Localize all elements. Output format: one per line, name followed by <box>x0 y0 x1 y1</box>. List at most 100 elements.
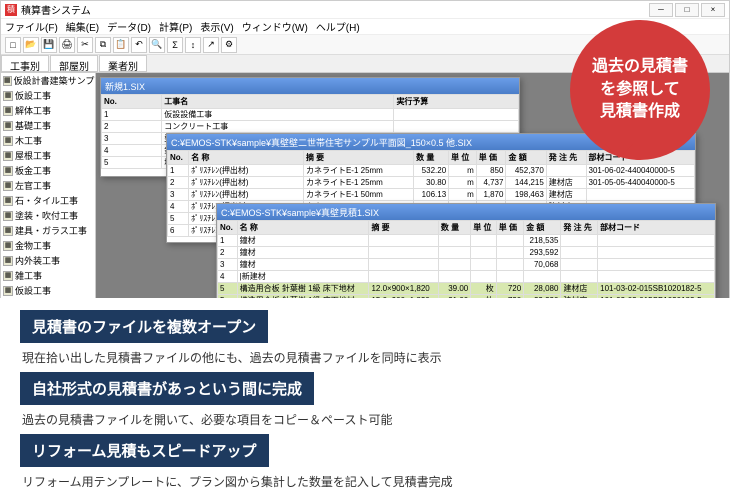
minimize-button[interactable]: ─ <box>649 3 673 17</box>
table-row[interactable]: 2ﾎﾟﾘｽﾁﾚﾝ(押出材)カネライトE-1 25mm30.80m4,737144… <box>168 177 695 189</box>
cell[interactable]: カネライトE-1 50mm <box>303 189 413 201</box>
table-row[interactable]: 1仮設設備工事 <box>102 109 519 121</box>
cell[interactable]: 4 <box>102 145 162 157</box>
cell[interactable]: 鐘材 <box>237 247 369 259</box>
cell[interactable]: 枚 <box>471 283 497 295</box>
cell[interactable]: 3 <box>218 259 238 271</box>
cell[interactable]: 2 <box>102 121 162 133</box>
cell[interactable]: カネライトE-1 25mm <box>303 165 413 177</box>
cell[interactable] <box>561 247 598 259</box>
child-title-1[interactable]: 新規1.SIX <box>101 78 519 94</box>
menu-data[interactable]: データ(D) <box>107 19 151 34</box>
cell[interactable]: 70,068 <box>524 259 561 271</box>
open-icon[interactable]: 📂 <box>23 37 39 53</box>
cell[interactable]: 2 <box>168 177 189 189</box>
cell[interactable] <box>394 121 519 133</box>
cell[interactable] <box>496 247 523 259</box>
col-header[interactable]: No. <box>102 95 162 109</box>
export-icon[interactable]: ↗ <box>203 37 219 53</box>
cell[interactable]: 4 <box>168 201 189 213</box>
cell[interactable]: m <box>449 177 477 189</box>
child-title-3[interactable]: C:¥EMOS-STK¥sample¥真壁見積1.SIX <box>217 204 715 220</box>
cell[interactable]: 4,737 <box>476 177 506 189</box>
table-row[interactable]: 2コンクリート工事 <box>102 121 519 133</box>
table-row[interactable]: 2鐘材 293,592 <box>218 247 715 259</box>
cell[interactable] <box>598 235 715 247</box>
close-button[interactable]: × <box>701 3 725 17</box>
cell[interactable] <box>438 247 470 259</box>
cell[interactable] <box>394 109 519 121</box>
cell[interactable]: ﾎﾟﾘｽﾁﾚﾝ(押出材) <box>189 189 304 201</box>
cell[interactable]: コンクリート工事 <box>162 121 394 133</box>
tree-item[interactable]: ▦仮設計書建築サンプル <box>1 73 95 88</box>
cell[interactable]: 5 <box>168 213 189 225</box>
cell[interactable]: 仮設設備工事 <box>162 109 394 121</box>
cell[interactable] <box>561 235 598 247</box>
cell[interactable]: 293,592 <box>524 247 561 259</box>
cell[interactable] <box>496 271 523 283</box>
tree-item[interactable]: ▦内外装工事 <box>1 253 95 268</box>
cell[interactable] <box>561 271 598 283</box>
cell[interactable]: 850 <box>476 165 506 177</box>
cell[interactable]: ﾎﾟﾘｽﾁﾚﾝ(押出材) <box>189 177 304 189</box>
col-header[interactable]: 実行予算 <box>394 95 519 109</box>
cell[interactable]: 30.80 <box>414 177 449 189</box>
tree-item[interactable]: ▦木工事 <box>1 133 95 148</box>
cell[interactable]: 28,080 <box>524 283 561 295</box>
cell[interactable] <box>471 259 497 271</box>
col-header[interactable]: 発 注 先 <box>546 151 586 165</box>
cell[interactable] <box>369 235 438 247</box>
cell[interactable]: 3 <box>102 133 162 145</box>
undo-icon[interactable]: ↶ <box>131 37 147 53</box>
cell[interactable] <box>438 271 470 283</box>
col-header[interactable]: 摘 要 <box>369 221 438 235</box>
cell[interactable]: 106.13 <box>414 189 449 201</box>
tree-item[interactable]: ▦仮設工事 <box>1 283 95 298</box>
menu-window[interactable]: ウィンドウ(W) <box>242 19 308 34</box>
cell[interactable]: 301-06-02-440040000-5 <box>586 165 695 177</box>
cell[interactable] <box>369 271 438 283</box>
cell[interactable] <box>496 259 523 271</box>
col-header[interactable]: 数 量 <box>438 221 470 235</box>
cell[interactable]: ﾎﾟﾘｽﾁﾚﾝ(押出材) <box>189 165 304 177</box>
cell[interactable]: 144,215 <box>506 177 546 189</box>
copy-icon[interactable]: ⧉ <box>95 37 111 53</box>
tree-item[interactable]: ▦板金工事 <box>1 163 95 178</box>
col-header[interactable]: No. <box>218 221 238 235</box>
cell[interactable]: 構造用合板 針葉樹 1級 床下地材 <box>237 283 369 295</box>
cell[interactable]: 3 <box>168 189 189 201</box>
tree-item[interactable]: ▦金物工事 <box>1 238 95 253</box>
col-header[interactable]: 単 位 <box>471 221 497 235</box>
menu-view[interactable]: 表示(V) <box>200 19 233 34</box>
tab-koji[interactable]: 工事別 <box>1 55 49 72</box>
cell[interactable]: 5 <box>102 157 162 169</box>
cell[interactable]: 鐘材 <box>237 235 369 247</box>
tree-item[interactable]: ▦基礎工事 <box>1 118 95 133</box>
table-row[interactable]: 3鐘材 70,068 <box>218 259 715 271</box>
col-header[interactable]: 単 価 <box>496 221 523 235</box>
cell[interactable] <box>546 165 586 177</box>
cell[interactable]: 建材店 <box>561 283 598 295</box>
save-icon[interactable]: 💾 <box>41 37 57 53</box>
col-header[interactable]: 数 量 <box>414 151 449 165</box>
col-header[interactable]: 発 注 先 <box>561 221 598 235</box>
cell[interactable]: 101-03-02-015SB1020182-5 <box>598 283 715 295</box>
col-header[interactable]: 名 称 <box>189 151 304 165</box>
cell[interactable]: 1 <box>168 165 189 177</box>
cell[interactable]: 1 <box>218 235 238 247</box>
settings-icon[interactable]: ⚙ <box>221 37 237 53</box>
menu-calc[interactable]: 計算(P) <box>159 19 192 34</box>
calc-icon[interactable]: Σ <box>167 37 183 53</box>
cell[interactable]: 12.0×900×1,820 <box>369 283 438 295</box>
cell[interactable] <box>496 235 523 247</box>
cell[interactable]: m <box>449 165 477 177</box>
col-header[interactable]: No. <box>168 151 189 165</box>
cell[interactable] <box>598 259 715 271</box>
search-icon[interactable]: 🔍 <box>149 37 165 53</box>
table-row[interactable]: 3ﾎﾟﾘｽﾁﾚﾝ(押出材)カネライトE-1 50mm106.13m1,87019… <box>168 189 695 201</box>
cell[interactable]: |新建材 <box>237 271 369 283</box>
cell[interactable]: 4 <box>218 271 238 283</box>
cell[interactable]: 6 <box>168 225 189 237</box>
cell[interactable] <box>369 247 438 259</box>
cell[interactable]: 1 <box>102 109 162 121</box>
